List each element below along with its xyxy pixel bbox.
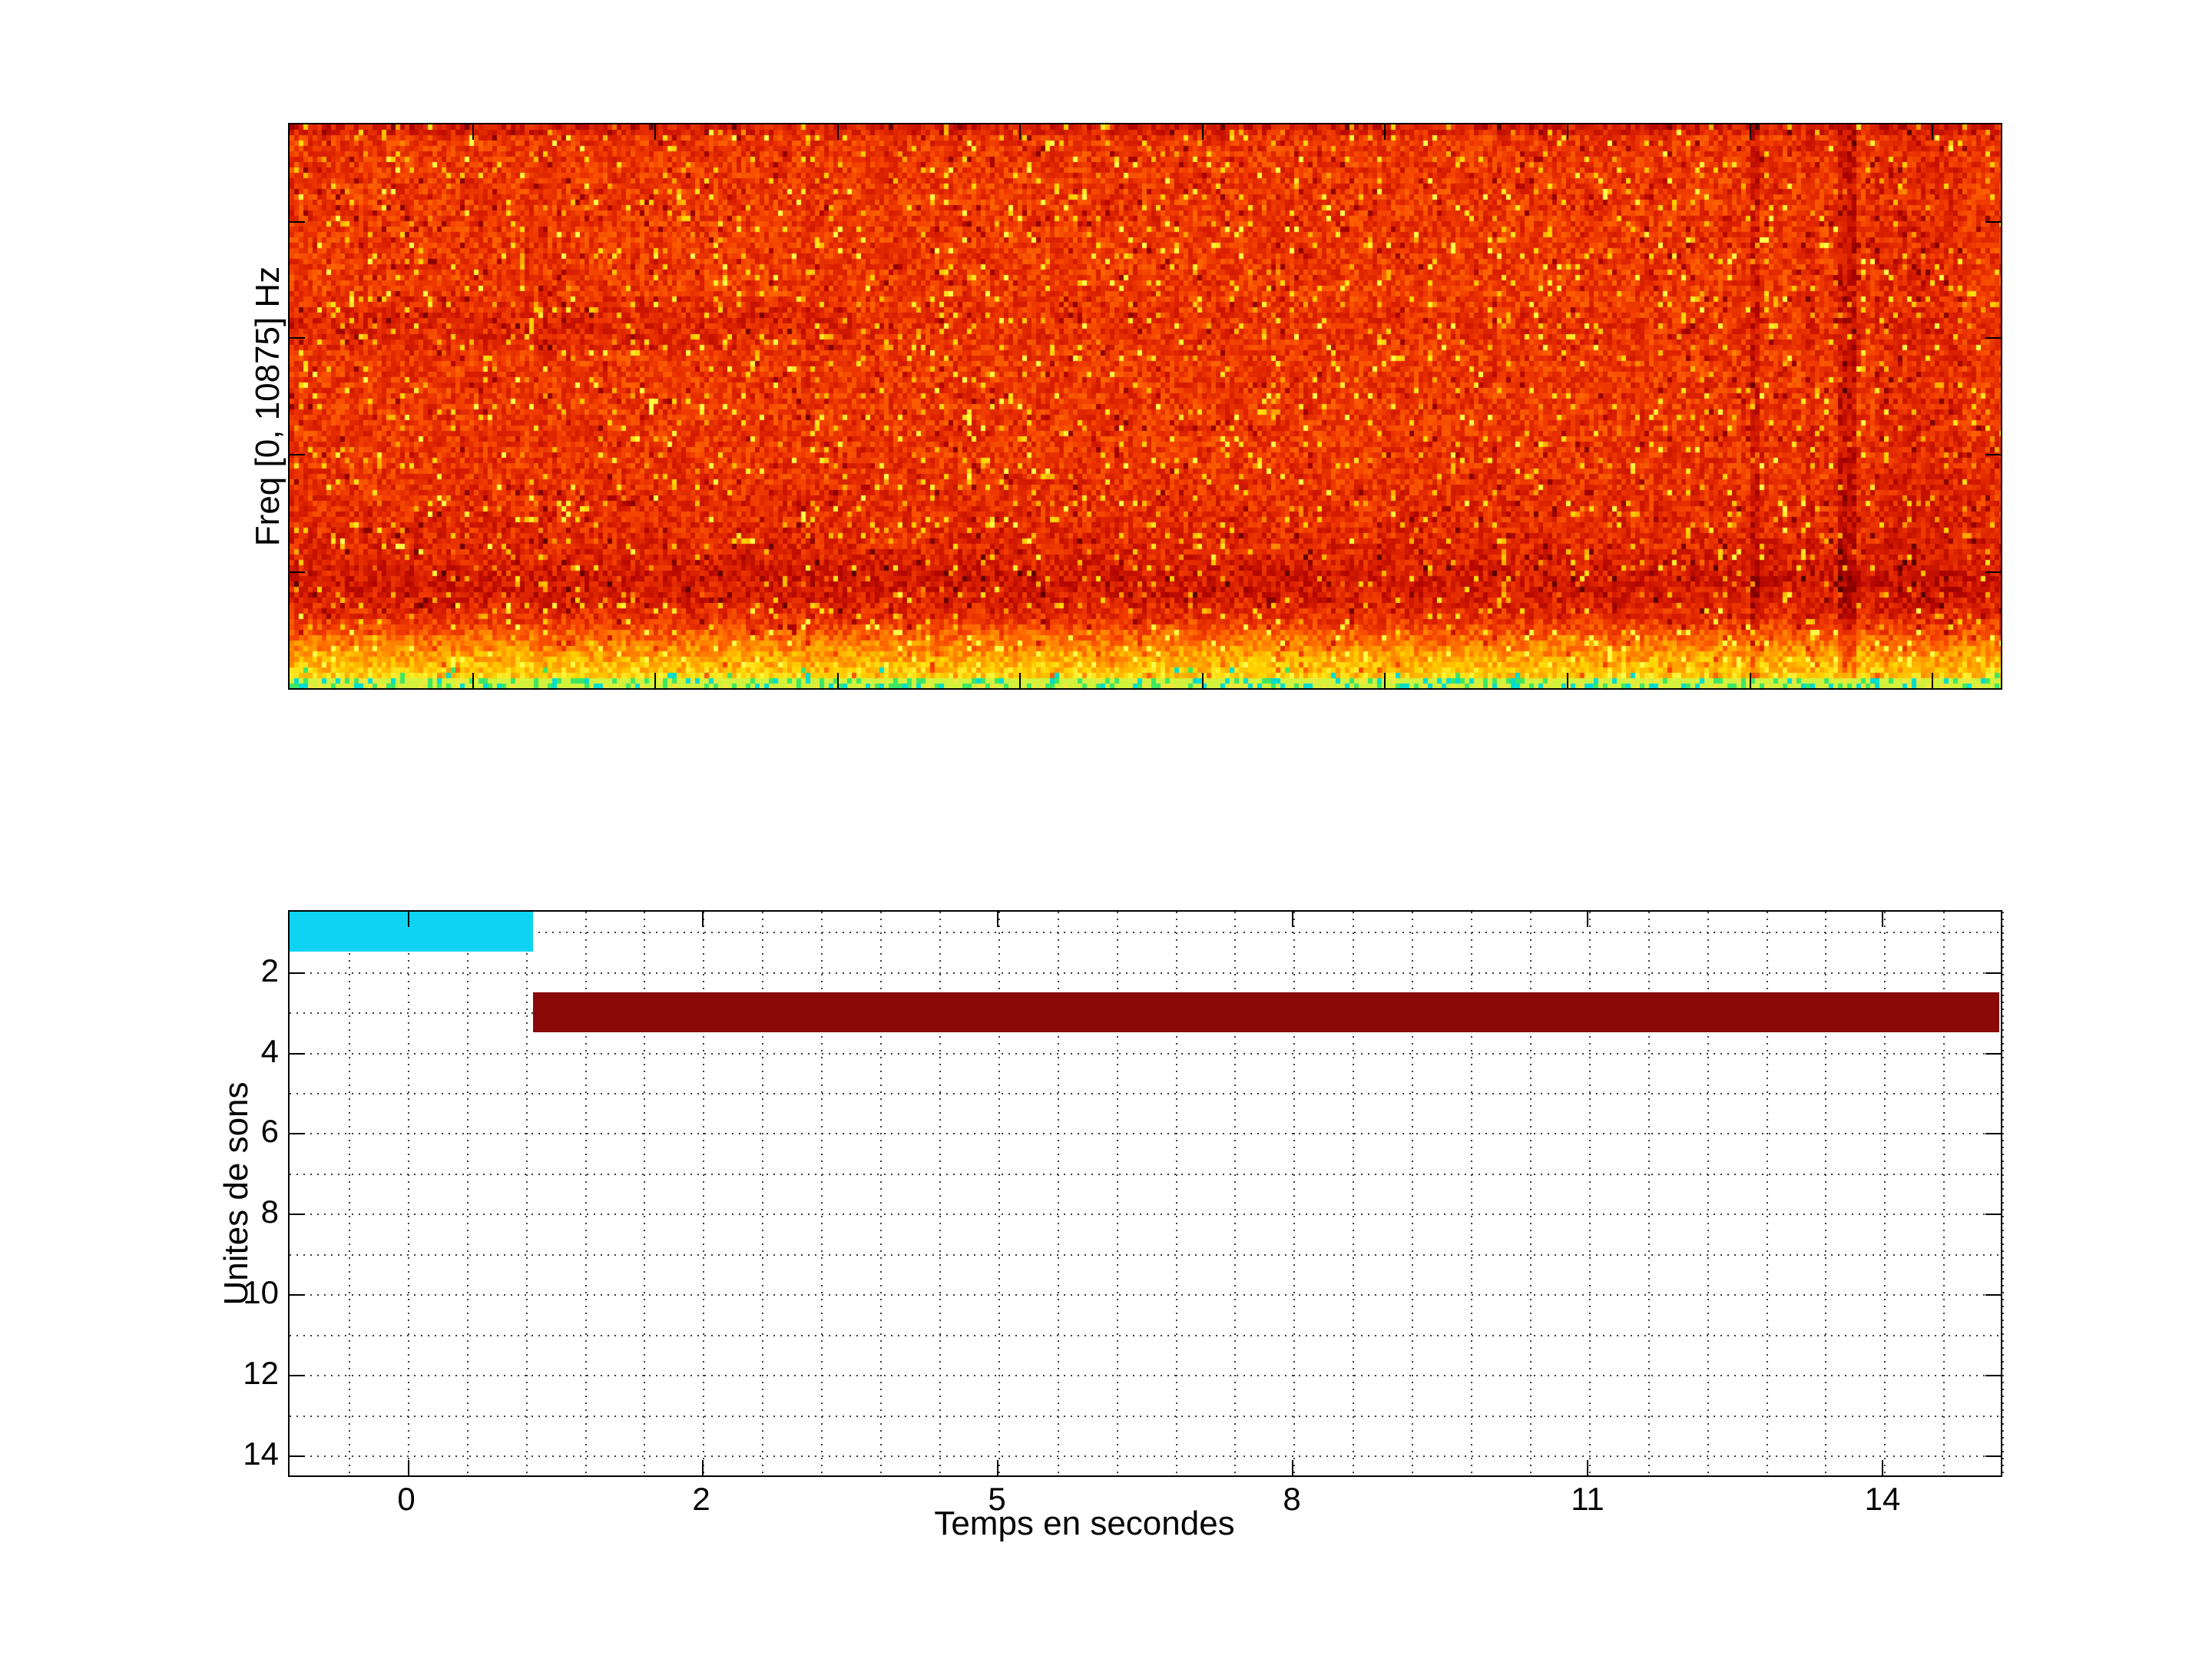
time-tick [1019,124,1021,140]
y-axis-tick [290,1455,305,1457]
y-tick-label: 8 [260,1194,279,1230]
time-tick [472,673,474,688]
y-axis-tick [1985,1133,2001,1134]
x-axis-tick [1292,912,1293,927]
x-axis-tick [702,1460,704,1475]
y-tick-label: 2 [260,952,279,988]
y-tick-label: 12 [243,1355,279,1391]
time-tick [1019,673,1021,688]
x-tick-label: 0 [397,1481,416,1517]
grid-line-horizontal [290,1133,2001,1134]
time-tick [1384,124,1386,140]
y-axis-tick [1985,1455,2001,1457]
time-tick [1567,673,1568,688]
y-tick-label: 14 [243,1435,279,1472]
time-tick [837,124,839,140]
grid-line-horizontal [290,1093,2001,1094]
freq-tick [290,221,305,223]
time-tick [1750,673,1751,688]
freq-tick [1985,454,2001,455]
spectrogram-y-axis-label: Freq [0, 10875] Hz [249,266,286,547]
x-axis-tick [408,912,409,927]
x-tick-label: 2 [692,1481,710,1517]
sound-units-axes [288,910,2004,1477]
time-tick [1932,124,1933,140]
x-tick-label: 14 [1864,1481,1901,1517]
x-axis-tick [1882,1460,1883,1475]
grid-line-horizontal [290,932,2001,933]
grid-line-horizontal [290,972,2001,974]
y-axis-tick [1985,1375,2001,1376]
time-tick [472,124,474,140]
grid-line-horizontal [290,1254,2001,1256]
y-axis-tick [290,1294,305,1296]
grid-line-horizontal [290,1294,2001,1296]
y-tick-label: 6 [260,1113,279,1149]
freq-tick [1985,221,2001,223]
y-axis-tick [290,972,305,974]
freq-tick [1985,571,2001,573]
y-axis-tick [1985,1294,2001,1296]
y-axis-tick [1985,1053,2001,1055]
x-axis-tick [1292,1460,1293,1475]
grid-line-vertical [408,912,409,1475]
y-axis-tick [290,1375,305,1376]
sound-unit-3-bar [533,992,1999,1032]
time-x-axis-label: Temps en secondes [934,1505,1235,1542]
spectrogram-image [290,124,2001,688]
grid-line-horizontal [290,1335,2001,1336]
freq-tick [290,454,305,455]
units-y-axis-label: Unites de sons [217,1081,255,1306]
time-tick [1750,124,1751,140]
y-axis-tick [290,1053,305,1055]
grid-line-horizontal [290,1214,2001,1215]
grid-line-horizontal [290,1416,2001,1417]
x-tick-label: 8 [1283,1481,1301,1517]
x-axis-tick [997,1460,998,1475]
grid-line-horizontal [290,1053,2001,1055]
x-tick-label: 11 [1571,1481,1604,1517]
grid-line-vertical [349,912,350,1475]
y-axis-tick [1985,1214,2001,1215]
sound-unit-1-bar [290,912,533,952]
spectrogram-axes [288,123,2002,690]
grid-line-vertical [526,912,528,1475]
time-tick [1567,124,1568,140]
x-axis-tick [1882,912,1883,927]
x-axis-tick [408,1460,409,1475]
grid-line-horizontal [290,1375,2001,1376]
freq-tick [290,337,305,339]
grid-line-horizontal [290,1455,2001,1457]
x-axis-tick [702,912,704,927]
y-axis-tick [290,1133,305,1134]
x-axis-tick [997,912,998,927]
time-tick [837,673,839,688]
time-tick [1932,673,1933,688]
time-tick [1202,673,1204,688]
time-tick [654,124,656,140]
y-axis-tick [290,1214,305,1215]
y-axis-tick [1985,972,2001,974]
y-tick-label: 4 [260,1033,279,1069]
x-axis-tick [1587,1460,1588,1475]
time-tick [1202,124,1204,140]
time-tick [1384,673,1386,688]
grid-line-horizontal [290,1174,2001,1175]
grid-line-vertical [467,912,469,1475]
grid-line-vertical [2002,912,2004,1475]
time-tick [654,673,656,688]
x-axis-tick [1587,912,1588,927]
freq-tick [290,571,305,573]
freq-tick [1985,337,2001,339]
